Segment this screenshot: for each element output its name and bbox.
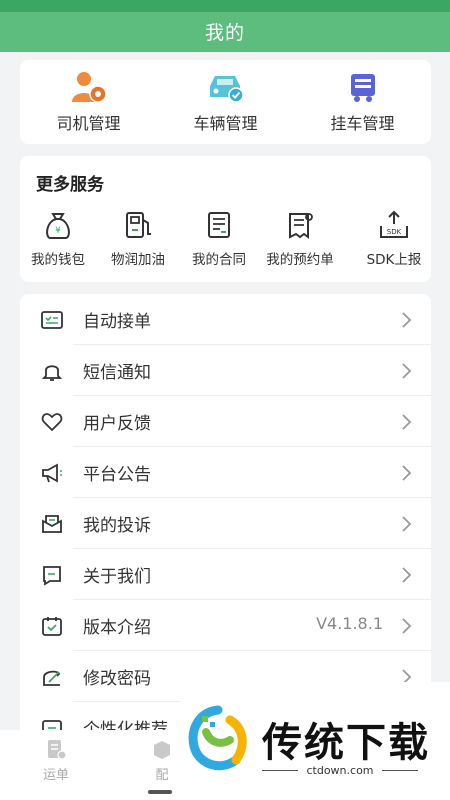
menu-item-sms-notification[interactable]: 短信通知 <box>20 345 431 396</box>
booking-icon <box>289 213 313 239</box>
menu-item-auto-order[interactable]: 自动接单 <box>20 294 431 345</box>
auto-order-icon <box>41 311 63 329</box>
sdk-upload-button[interactable]: SDK SDK上报 <box>352 210 431 276</box>
about-icon <box>43 566 61 586</box>
sdk-upload-label: SDK上报 <box>366 252 422 268</box>
menu-item-feedback[interactable]: 用户反馈 <box>20 396 431 447</box>
trailer-management-button[interactable]: 挂车管理 <box>294 60 431 144</box>
megaphone-icon <box>42 463 62 483</box>
trailer-management-label: 挂车管理 <box>330 114 395 133</box>
chevron-right-icon <box>402 567 412 583</box>
fuel-icon <box>126 212 151 238</box>
sdk-upload-icon: SDK <box>380 210 408 238</box>
trailer-icon <box>350 74 375 102</box>
calendar-check-icon <box>42 617 62 636</box>
more-services-title: 更多服务 <box>36 175 104 195</box>
management-card: 司机管理 车辆管理 挂车管理 <box>20 60 431 144</box>
version-number: V4.1.8.1 <box>316 614 383 633</box>
chevron-right-icon <box>402 465 412 481</box>
menu-label: 短信通知 <box>83 363 151 383</box>
wallet-icon: ¥ <box>46 213 70 239</box>
chevron-right-icon <box>402 312 412 328</box>
menu-item-announcement[interactable]: 平台公告 <box>20 447 431 498</box>
menu-label: 版本介绍 <box>83 618 151 638</box>
driver-management-label: 司机管理 <box>56 114 121 133</box>
booking-button[interactable]: 我的预约单 <box>258 210 342 276</box>
menu-label: 平台公告 <box>83 465 151 485</box>
vehicle-management-button[interactable]: 车辆管理 <box>157 60 294 144</box>
menu-label: 用户反馈 <box>83 414 151 434</box>
watermark: 传统下载 ctdown.com <box>180 682 450 800</box>
waybill-icon <box>48 740 67 760</box>
home-indicator <box>148 790 172 794</box>
vehicle-management-label: 车辆管理 <box>193 114 258 133</box>
more-services-card: 更多服务 ¥ 我的钱包 物润加油 我的合同 我的预约单 SDK SDK上报 <box>20 156 431 282</box>
chevron-right-icon <box>402 516 412 532</box>
menu-label: 修改密码 <box>83 669 151 689</box>
heart-icon <box>41 413 63 432</box>
dispatch-icon <box>154 741 170 759</box>
watermark-rule-right <box>382 770 418 771</box>
driver-management-button[interactable]: 司机管理 <box>20 60 157 144</box>
settings-menu-card: 自动接单 短信通知 用户反馈 平台公告 我的投诉 关于我们 版本介绍 V4.1.… <box>20 294 431 730</box>
complaint-mail-icon <box>42 515 62 533</box>
vehicle-icon <box>209 76 244 103</box>
edit-password-icon <box>43 670 60 686</box>
svg-text:¥: ¥ <box>55 226 61 236</box>
chevron-right-icon <box>402 618 412 634</box>
menu-item-about-us[interactable]: 关于我们 <box>20 549 431 600</box>
status-bar <box>0 0 450 12</box>
tab-waybill[interactable]: 运单 <box>26 738 86 783</box>
menu-label: 我的投诉 <box>83 516 151 536</box>
personalize-icon <box>42 720 62 730</box>
menu-label: 个性化推荐 <box>83 720 168 730</box>
services-row: ¥ 我的钱包 物润加油 我的合同 我的预约单 SDK SDK上报 <box>20 210 431 276</box>
menu-label: 自动接单 <box>83 312 151 332</box>
watermark-logo <box>188 705 247 771</box>
chevron-right-icon <box>402 414 412 430</box>
chevron-right-icon <box>402 363 412 379</box>
driver-icon <box>71 72 107 103</box>
menu-label: 关于我们 <box>83 567 151 587</box>
bell-icon <box>41 365 63 381</box>
contract-icon <box>208 212 230 238</box>
menu-item-complaint[interactable]: 我的投诉 <box>20 498 431 549</box>
page-title: 我的 <box>204 22 245 44</box>
booking-label: 我的预约单 <box>266 252 334 268</box>
tab-label: 运单 <box>42 768 69 783</box>
watermark-brand: 传统下载 <box>262 720 430 766</box>
svg-text:SDK: SDK <box>387 228 402 236</box>
header-bar: 我的 <box>0 0 450 52</box>
menu-item-version[interactable]: 版本介绍 V4.1.8.1 <box>20 600 431 651</box>
